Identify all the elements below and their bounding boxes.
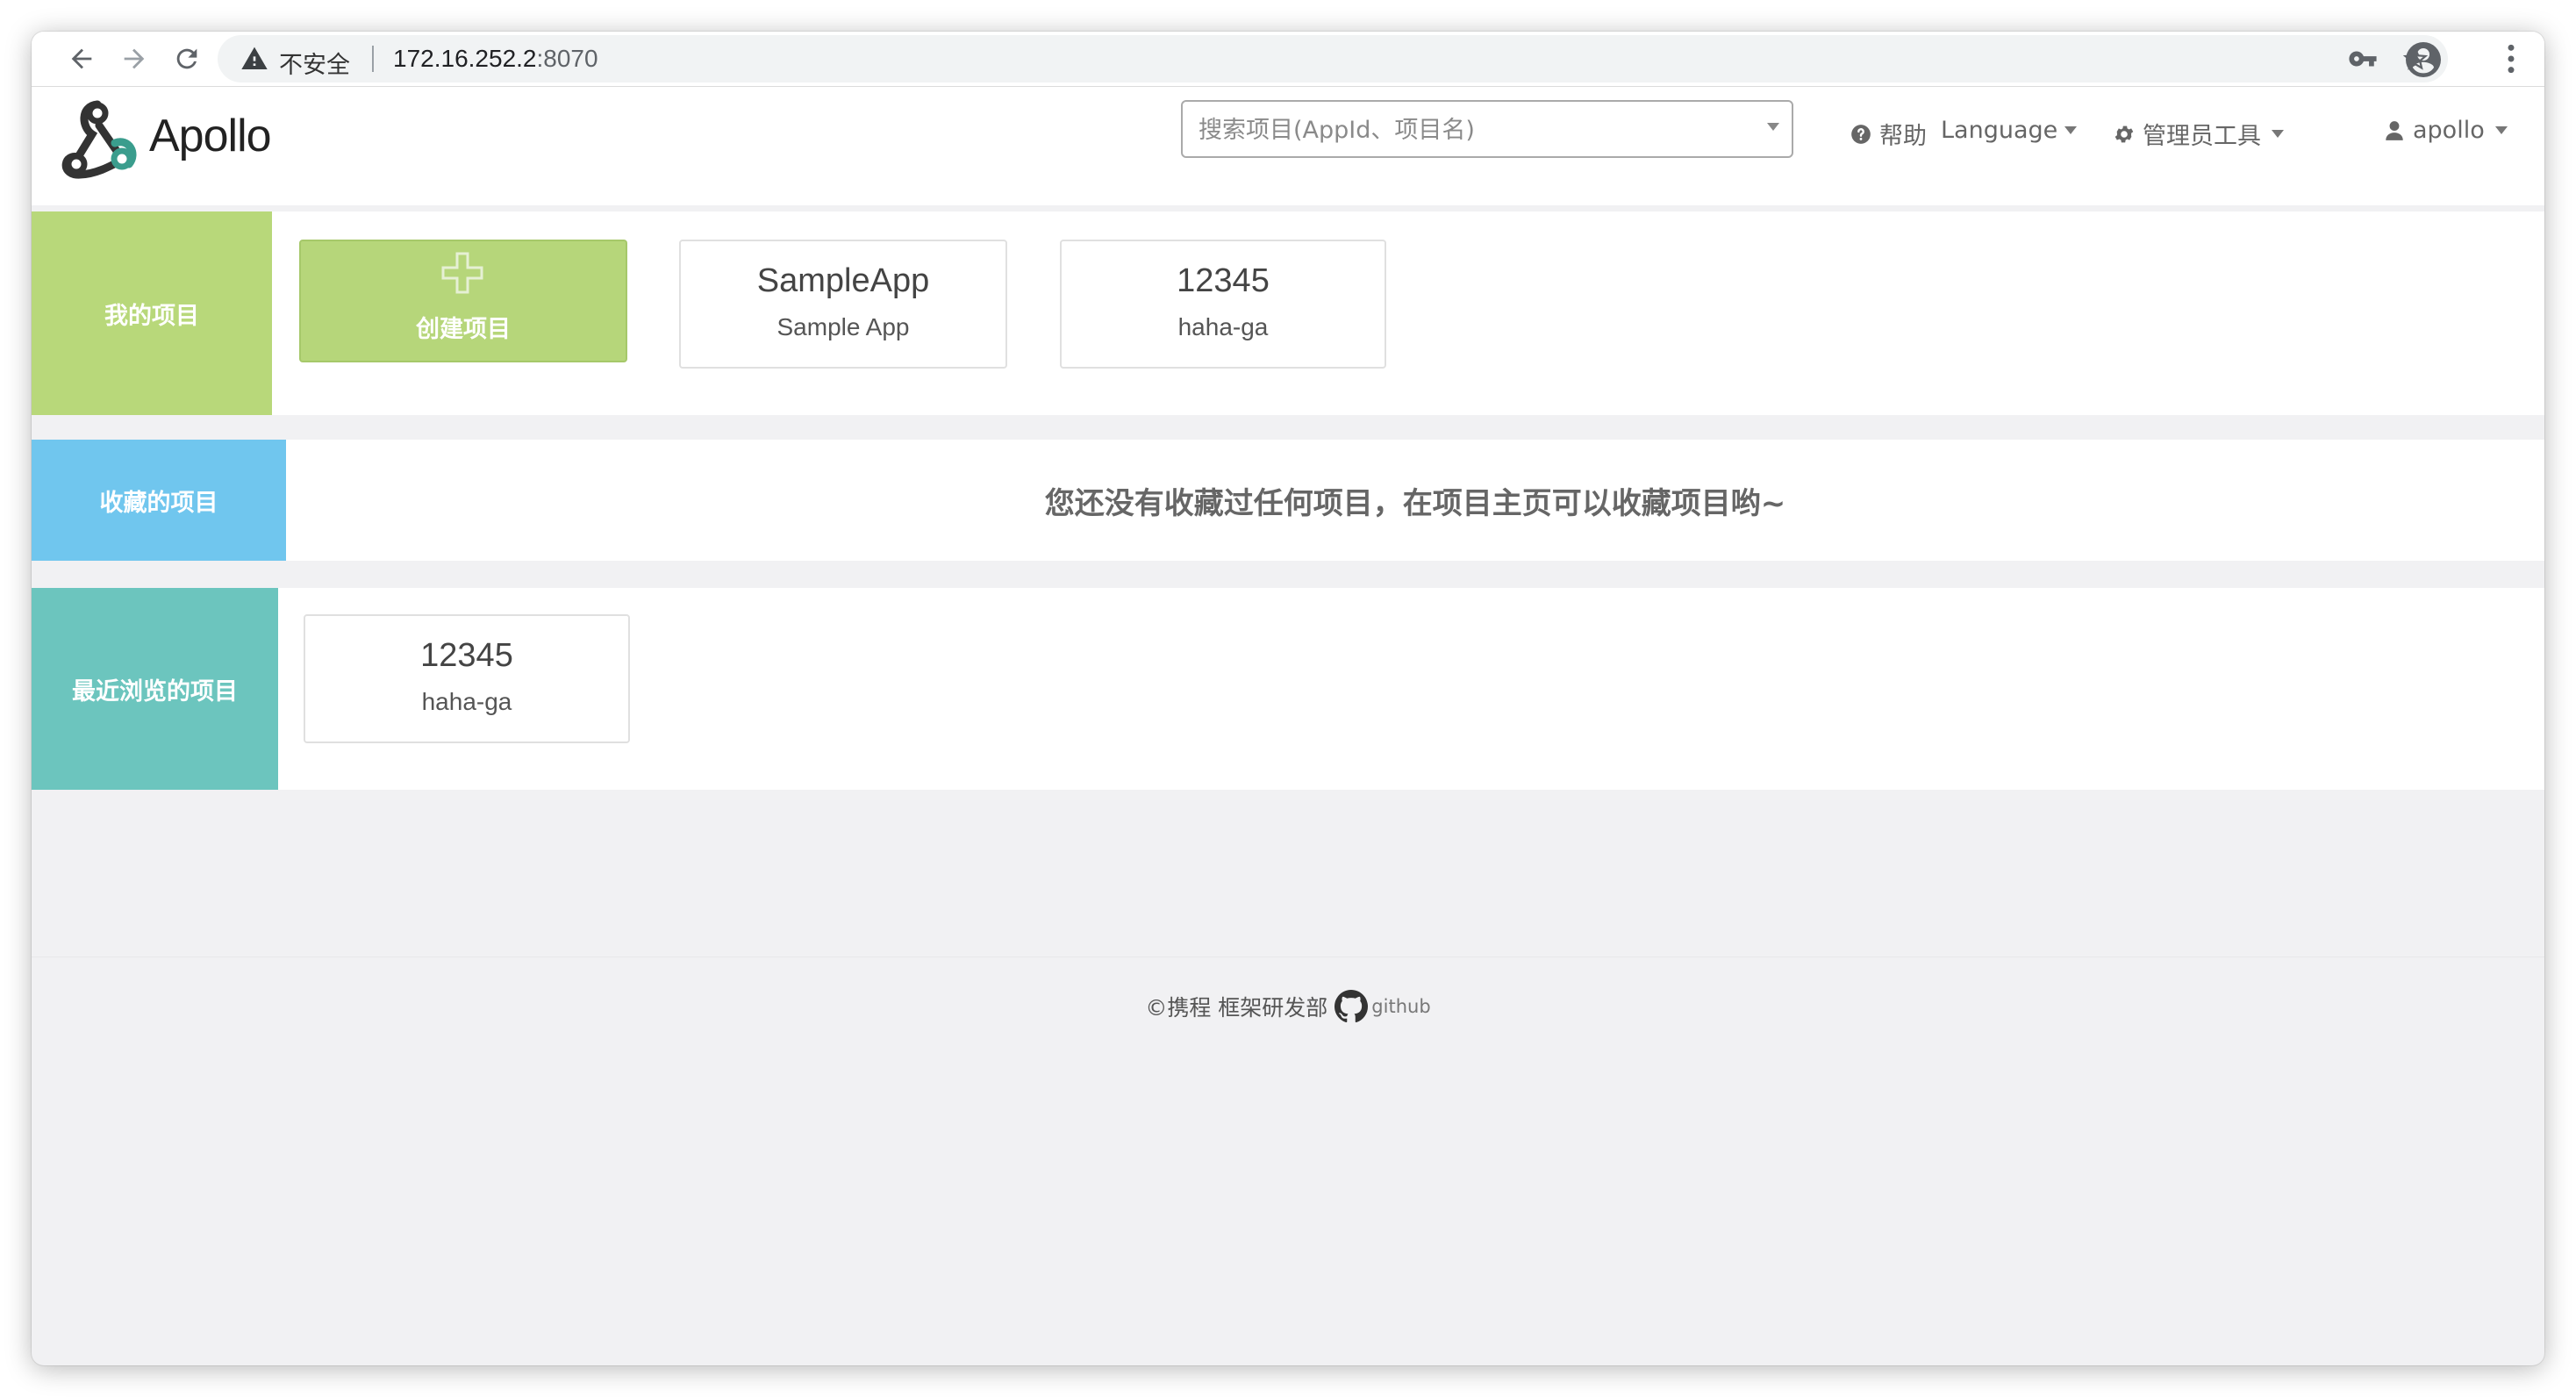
github-icon[interactable] <box>1335 990 1369 1023</box>
chevron-down-icon <box>2494 126 2508 134</box>
browser-window: 不安全 172.16.252.2:8070 Apollo 搜索项目(AppId、… <box>32 32 2544 1365</box>
user-icon <box>2386 120 2403 140</box>
app-card[interactable]: SampleApp Sample App <box>679 240 1007 369</box>
browser-toolbar: 不安全 172.16.252.2:8070 <box>32 32 2544 87</box>
more-options-icon[interactable] <box>2501 42 2522 75</box>
favorites-empty-message: 您还没有收藏过任何项目，在项目主页可以收藏项目哟~ <box>1044 485 1786 521</box>
user-dropdown[interactable]: apollo <box>2383 117 2508 144</box>
language-dropdown[interactable]: Language <box>1941 117 2078 144</box>
url-port: :8070 <box>536 45 598 72</box>
question-circle-icon <box>1851 124 1871 144</box>
warning-icon <box>241 47 268 69</box>
admin-tools-dropdown[interactable]: 管理员工具 <box>2113 117 2284 151</box>
profile-avatar-icon[interactable] <box>2402 39 2444 81</box>
help-link[interactable]: 帮助 <box>1850 117 1927 151</box>
app-name: haha-ga <box>421 688 512 715</box>
recent-projects-label: 最近浏览的项目 <box>32 588 278 790</box>
apollo-navbar: Apollo 帮助 Language 管理员工具 apollo <box>32 87 2544 205</box>
app-card[interactable]: 12345 haha-ga <box>304 614 630 743</box>
chevron-down-icon <box>2272 130 2284 138</box>
arrow-left-icon <box>71 48 92 69</box>
app-id: 12345 <box>1177 262 1270 299</box>
plus-icon <box>441 252 483 294</box>
back-button[interactable] <box>63 40 100 77</box>
forward-button[interactable] <box>116 40 153 77</box>
chevron-down-icon[interactable] <box>1767 123 1779 131</box>
footer-divider <box>32 956 2544 957</box>
user-label: apollo <box>2413 117 2485 144</box>
apollo-logo-icon[interactable] <box>51 92 144 180</box>
favorites-section: 收藏的项目 您还没有收藏过任何项目，在项目主页可以收藏项目哟~ <box>32 440 2544 561</box>
footer-copyright: ©携程 框架研发部 <box>1145 995 1328 1021</box>
reload-icon <box>176 48 197 69</box>
arrow-right-icon <box>124 48 145 69</box>
url-separator <box>372 46 374 72</box>
my-projects-section: 我的项目 创建项目 SampleApp Sample App 12345 hah… <box>32 211 2544 415</box>
project-search-input[interactable] <box>1197 109 1744 151</box>
my-projects-label: 我的项目 <box>32 211 272 415</box>
app-id: 12345 <box>420 637 513 674</box>
address-bar[interactable]: 不安全 172.16.252.2:8070 <box>218 35 2448 82</box>
gear-icon <box>2114 125 2134 142</box>
create-project-button[interactable]: 创建项目 <box>299 240 627 362</box>
recent-projects-section: 最近浏览的项目 12345 haha-ga <box>32 588 2544 790</box>
chevron-down-icon <box>2064 126 2078 134</box>
admin-tools-label: 管理员工具 <box>2143 123 2261 150</box>
security-label: 不安全 <box>279 52 350 79</box>
brand-name[interactable]: Apollo <box>149 110 272 162</box>
app-name: Sample App <box>776 313 910 340</box>
app-name: haha-ga <box>1177 313 1269 340</box>
create-project-label: 创建项目 <box>416 316 511 343</box>
app-id: SampleApp <box>756 262 930 299</box>
url-host: 172.16.252.2 <box>393 45 537 72</box>
help-label: 帮助 <box>1879 123 1927 150</box>
footer: ©携程 框架研发部 github <box>32 986 2544 1027</box>
github-label[interactable]: github <box>1371 996 1430 1017</box>
language-label: Language <box>1941 117 2058 144</box>
project-search[interactable] <box>1181 100 1793 158</box>
key-icon[interactable] <box>2348 44 2378 74</box>
app-card[interactable]: 12345 haha-ga <box>1060 240 1386 369</box>
favorites-label: 收藏的项目 <box>32 440 286 561</box>
reload-button[interactable] <box>168 40 205 77</box>
url-text: 172.16.252.2:8070 <box>393 45 598 73</box>
